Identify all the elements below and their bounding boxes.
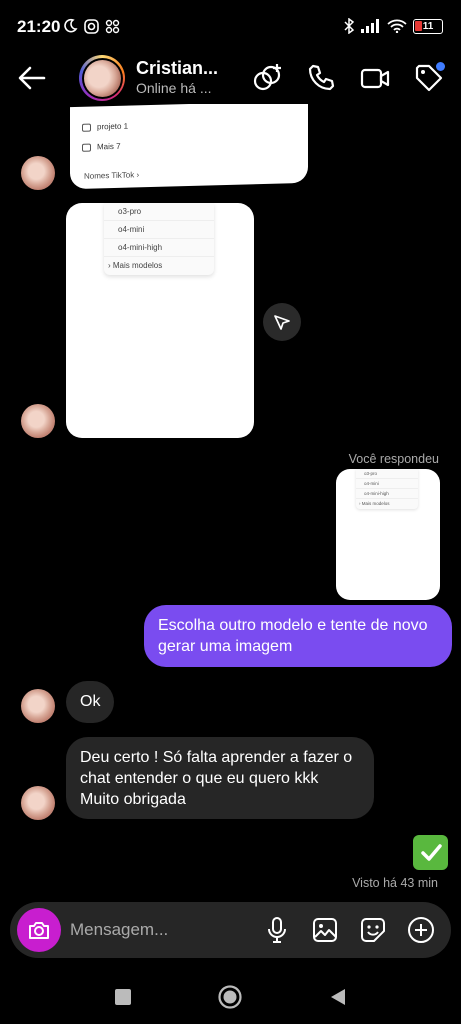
chat-header: Cristian... Online há ... [0, 52, 461, 104]
status-icons-left [62, 18, 120, 34]
card-text: projeto 1 [97, 121, 129, 132]
phone-icon [308, 64, 335, 91]
battery-level: 11 [422, 20, 434, 32]
card-text: Mais 7 [97, 141, 121, 152]
mic-icon [268, 917, 286, 943]
add-person-button[interactable] [251, 62, 283, 94]
share-button[interactable] [263, 303, 301, 341]
shared-image-2[interactable]: o3-pro o4-mini o4-mini-high › Mais model… [66, 203, 254, 438]
model-menu: o3-pro o4-mini o4-mini-high › Mais model… [104, 203, 214, 275]
plus-icon [408, 917, 434, 943]
send-icon [274, 315, 290, 330]
model-menu: o3-pro o4-mini o4-mini-high › Mais model… [356, 469, 418, 509]
battery-icon: 11 [413, 18, 443, 34]
more-button[interactable] [407, 914, 435, 946]
check-emoji-icon[interactable] [413, 835, 448, 870]
header-actions [251, 62, 445, 94]
back-arrow-icon [18, 66, 46, 90]
status-time: 21:20 [17, 17, 61, 36]
list-item: o4-mini [356, 479, 418, 489]
contact-avatar[interactable] [79, 55, 125, 101]
avatar[interactable] [21, 404, 55, 438]
camera-icon [29, 922, 49, 939]
avatar[interactable] [21, 786, 55, 820]
status-bar: 21:20 11 [0, 0, 461, 52]
replied-label: Você respondeu [348, 452, 439, 466]
incoming-message[interactable]: Deu certo ! Só falta aprender a fazer o … [66, 737, 374, 819]
wifi-icon [387, 19, 407, 33]
avatar [83, 59, 121, 97]
message-composer [10, 902, 451, 958]
composer-actions [263, 914, 435, 946]
folders-icon [82, 143, 91, 152]
seen-status: Visto há 43 min [352, 876, 438, 890]
instagram-icon [84, 18, 99, 34]
status-icons-right: 11 [343, 18, 443, 34]
notification-dot [436, 62, 445, 71]
replied-image[interactable]: o3-pro o4-mini o4-mini-high › Mais model… [336, 469, 440, 600]
list-item: o3-pro [356, 469, 418, 479]
back-nav-button[interactable] [325, 984, 351, 1010]
avatar[interactable] [21, 689, 55, 723]
sticker-icon [361, 918, 385, 942]
bluetooth-icon [344, 18, 355, 34]
add-person-icon [253, 64, 281, 91]
message-input[interactable] [70, 915, 260, 945]
signal-icon [361, 19, 379, 33]
list-item: o3-pro [104, 203, 214, 221]
video-icon [360, 68, 390, 89]
contact-name[interactable]: Cristian... [136, 58, 218, 79]
tag-button[interactable] [413, 62, 445, 94]
list-item: o4-mini-high [356, 489, 418, 499]
back-button[interactable] [16, 62, 48, 94]
apps-icon [105, 19, 120, 33]
square-icon [115, 989, 131, 1005]
list-item: o4-mini-high [104, 239, 214, 257]
incoming-message[interactable]: Ok [66, 681, 114, 723]
list-item: projeto 1 [82, 122, 128, 132]
gallery-button[interactable] [311, 914, 339, 946]
list-item: o4-mini [104, 221, 214, 239]
home-button[interactable] [217, 984, 243, 1010]
moon-icon [64, 18, 78, 33]
video-call-button[interactable] [359, 62, 391, 94]
contact-status: Online há ... [136, 80, 212, 96]
system-nav-bar [0, 968, 461, 1024]
list-item: › Mais modelos [108, 261, 163, 270]
list-item: › Mais modelos [359, 501, 390, 506]
recents-button[interactable] [110, 984, 136, 1010]
voice-message-button[interactable] [263, 914, 291, 946]
folder-icon [82, 123, 91, 132]
card-footer: Nomes TikTok › [84, 170, 140, 181]
shared-image-1[interactable]: projeto 1 Mais 7 Nomes TikTok › [70, 104, 308, 190]
triangle-back-icon [331, 989, 345, 1005]
avatar[interactable] [21, 156, 55, 190]
list-item: Mais 7 [82, 142, 121, 152]
sticker-button[interactable] [359, 914, 387, 946]
camera-button[interactable] [17, 908, 61, 952]
outgoing-message[interactable]: Escolha outro modelo e tente de novo ger… [144, 605, 452, 667]
gallery-icon [313, 918, 337, 942]
chat-thread[interactable]: projeto 1 Mais 7 Nomes TikTok › o3-pro o… [0, 104, 461, 898]
voice-call-button[interactable] [305, 62, 337, 94]
circle-icon [218, 985, 242, 1009]
checkmark-icon [420, 843, 442, 861]
